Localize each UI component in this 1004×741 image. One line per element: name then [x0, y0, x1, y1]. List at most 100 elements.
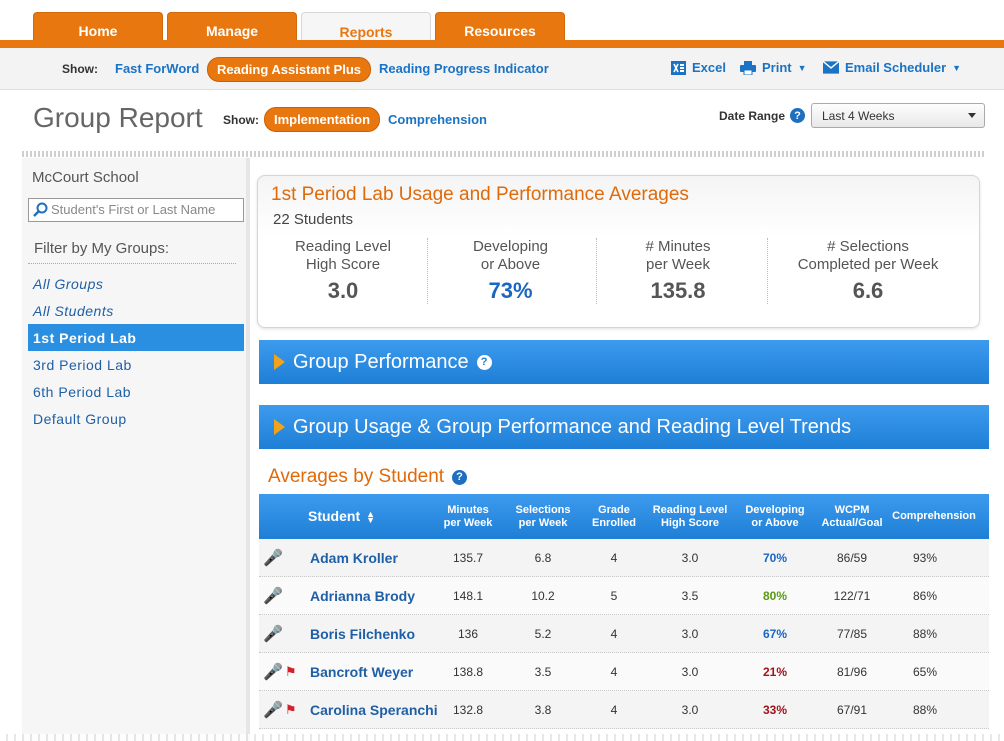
- stat-selections: # Selections Completed per Week 6.6: [783, 238, 953, 304]
- column-label: Selections: [515, 503, 571, 516]
- row-icons: 🎤: [263, 548, 283, 568]
- nav-band: [0, 40, 1004, 48]
- stat-developing: Developing or Above 73%: [443, 238, 578, 304]
- help-icon[interactable]: ?: [452, 469, 468, 485]
- group-all-students[interactable]: All Students: [22, 297, 248, 324]
- microphone-icon[interactable]: 🎤: [263, 662, 283, 682]
- date-range-value: Last 4 Weeks: [822, 109, 895, 123]
- help-icon[interactable]: ?: [790, 108, 805, 123]
- view-show-label: Show:: [223, 113, 259, 127]
- row-icons: 🎤 ⚑: [263, 700, 297, 720]
- cell-wcpm: 77/85: [836, 627, 868, 641]
- cell-reading-level: 3.5: [681, 589, 699, 603]
- table-row: 🎤 Adrianna Brody 148.1 10.2 5 3.5 80% 12…: [259, 577, 989, 615]
- column-label: Developing: [745, 503, 805, 516]
- cell-comprehension: 86%: [912, 589, 938, 603]
- cell-comprehension: 93%: [912, 551, 938, 565]
- stat-reading-level: Reading Level High Score 3.0: [278, 238, 408, 304]
- group-performance-section[interactable]: Group Performance ?: [259, 340, 989, 384]
- cell-selections: 6.8: [534, 551, 552, 565]
- column-minutes[interactable]: Minutes per Week: [437, 494, 499, 539]
- flag-icon[interactable]: ⚑: [285, 664, 297, 680]
- print-button[interactable]: Print ▼: [740, 60, 807, 75]
- column-developing[interactable]: Developing or Above: [741, 494, 809, 539]
- cell-comprehension: 88%: [912, 703, 938, 717]
- column-comprehension[interactable]: Comprehension: [889, 494, 979, 539]
- row-icons: 🎤 ⚑: [263, 662, 297, 682]
- table-body: 🎤 Adam Kroller 135.7 6.8 4 3.0 70% 86/59…: [259, 539, 989, 729]
- chevron-down-icon: ▼: [952, 62, 962, 73]
- cell-wcpm: 81/96: [836, 665, 868, 679]
- cell-wcpm: 67/91: [836, 703, 868, 717]
- column-label: Actual/Goal: [821, 516, 883, 529]
- cell-selections: 3.8: [534, 703, 552, 717]
- column-label: or Above: [751, 516, 799, 529]
- summary-title: 1st Period Lab Usage and Performance Ave…: [271, 184, 689, 205]
- table-row: 🎤 ⚑ Carolina Speranchi 132.8 3.8 4 3.0 3…: [259, 691, 989, 729]
- column-grade[interactable]: Grade Enrolled: [585, 494, 643, 539]
- date-range-label: Date Range: [719, 109, 786, 123]
- cell-selections: 5.2: [534, 627, 552, 641]
- student-name-link[interactable]: Boris Filchenko: [310, 615, 440, 653]
- microphone-icon[interactable]: 🎤: [263, 586, 283, 606]
- help-icon[interactable]: ?: [476, 354, 492, 370]
- column-label: High Score: [660, 516, 720, 529]
- column-wcpm[interactable]: WCPM Actual/Goal: [817, 494, 887, 539]
- date-range-select[interactable]: Last 4 Weeks: [811, 103, 985, 128]
- cell-grade: 4: [610, 551, 618, 565]
- show-label: Show:: [62, 62, 98, 76]
- group-6th-period-lab[interactable]: 6th Period Lab: [22, 378, 248, 405]
- flag-icon[interactable]: ⚑: [285, 702, 297, 718]
- column-reading-level[interactable]: Reading Level High Score: [649, 494, 731, 539]
- excel-label: Excel: [692, 60, 726, 75]
- student-name-link[interactable]: Bancroft Weyer: [310, 653, 440, 691]
- trends-section[interactable]: Group Usage & Group Performance and Read…: [259, 405, 989, 449]
- section-title: Group Usage & Group Performance and Read…: [293, 415, 852, 438]
- summary-card: 1st Period Lab Usage and Performance Ave…: [257, 175, 980, 328]
- microphone-icon[interactable]: 🎤: [263, 700, 283, 720]
- student-name-link[interactable]: Adam Kroller: [310, 539, 440, 577]
- envelope-icon: [823, 61, 839, 75]
- filter-divider: [28, 263, 236, 264]
- stat-divider: [596, 238, 597, 304]
- product-fast-forword[interactable]: Fast ForWord: [115, 61, 199, 76]
- averages-heading: Averages by Student ?: [268, 466, 468, 488]
- stat-minutes: # Minutes per Week 135.8: [613, 238, 743, 304]
- table-row: 🎤 Boris Filchenko 136 5.2 4 3.0 67% 77/8…: [259, 615, 989, 653]
- group-default-group[interactable]: Default Group: [22, 405, 248, 432]
- cell-grade: 5: [610, 589, 618, 603]
- cell-grade: 4: [610, 703, 618, 717]
- stat-label: Completed per Week: [797, 256, 939, 273]
- stat-label: High Score: [305, 256, 381, 273]
- student-name-link[interactable]: Carolina Speranchi: [310, 691, 445, 729]
- student-search-input[interactable]: Student's First or Last Name: [28, 198, 244, 222]
- column-label: Comprehension: [892, 510, 976, 522]
- product-reading-assistant-plus[interactable]: Reading Assistant Plus: [207, 57, 371, 82]
- email-scheduler-button[interactable]: Email Scheduler ▼: [823, 60, 961, 75]
- excel-icon: [670, 60, 686, 75]
- microphone-icon[interactable]: 🎤: [263, 548, 283, 568]
- student-name-link[interactable]: Adrianna Brody: [310, 577, 440, 615]
- excel-button[interactable]: Excel: [670, 60, 726, 75]
- sort-icon[interactable]: ▲ ▼: [366, 509, 375, 524]
- stat-value: 73%: [488, 278, 533, 303]
- cell-developing: 80%: [762, 589, 788, 603]
- stat-label: Reading Level: [295, 238, 391, 255]
- group-list: All Groups All Students 1st Period Lab 3…: [22, 270, 248, 432]
- column-label: Minutes: [447, 503, 489, 516]
- cell-minutes: 132.8: [452, 703, 484, 717]
- view-comprehension[interactable]: Comprehension: [388, 112, 487, 127]
- stat-value: 6.6: [852, 278, 884, 303]
- group-all-groups[interactable]: All Groups: [22, 270, 248, 297]
- column-selections[interactable]: Selections per Week: [508, 494, 578, 539]
- group-1st-period-lab[interactable]: 1st Period Lab: [28, 324, 244, 351]
- chevron-down-icon: ▼: [797, 62, 807, 73]
- column-student[interactable]: Student ▲ ▼: [308, 494, 428, 539]
- group-3rd-period-lab[interactable]: 3rd Period Lab: [22, 351, 248, 378]
- cell-developing: 21%: [762, 665, 788, 679]
- student-count: 22 Students: [273, 211, 354, 228]
- view-implementation[interactable]: Implementation: [264, 107, 380, 132]
- product-reading-progress-indicator[interactable]: Reading Progress Indicator: [379, 61, 549, 76]
- microphone-icon[interactable]: 🎤: [263, 624, 283, 644]
- top-nav: Home Manage Reports Resources: [0, 0, 1004, 50]
